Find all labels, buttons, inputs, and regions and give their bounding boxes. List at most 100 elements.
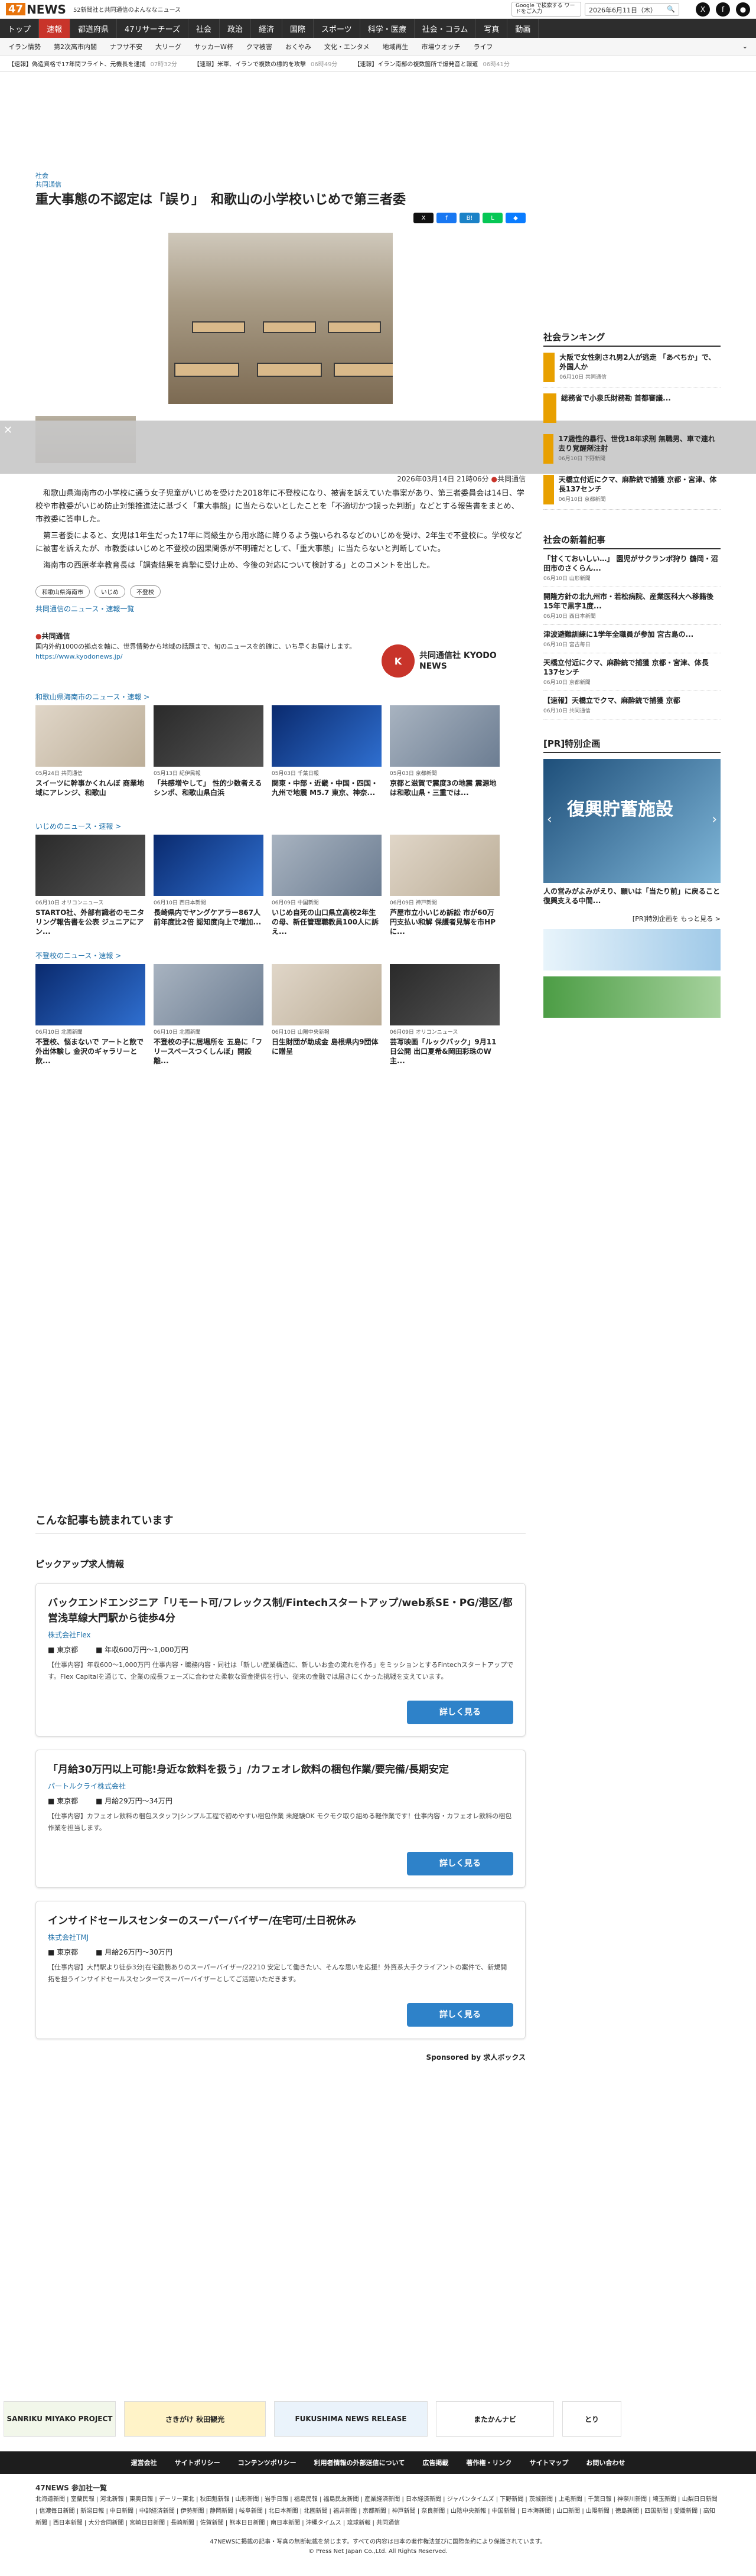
pr-more-link[interactable]: [PR]特別企画を もっと見る > (543, 914, 721, 923)
newest-title-text[interactable]: 天橋立付近にクマ、麻酔銃で捕獲 京都・宮津、体長137センチ (543, 658, 721, 677)
card-image[interactable] (154, 705, 263, 767)
newest-title-text[interactable]: 津波避難訓練に1学年全職員が参加 宮古島の... (543, 630, 721, 639)
news-card[interactable]: 06月10日 北國新聞 不登校の子に居場所を 五島に「フリースペースつくしんぼ」開… (154, 964, 263, 1066)
card-title[interactable]: 芸写映画「ルックバック」9月11日公開 出口夏希&岡田彩珠のW主... (390, 1037, 500, 1066)
newest-item[interactable]: 開隆方針の北九州市・若松病院、産業医科大へ移籍後15年で黒字1度... 06月10… (543, 587, 721, 625)
x-icon[interactable]: X (696, 2, 710, 17)
ranking-title-text[interactable]: 17歳性的暴行、世伐18年求刑 無職男、車で連れ去り覚醒剤注射 (558, 434, 721, 453)
newest-item[interactable]: 津波避難訓練に1学年全職員が参加 宮古島の... 06月10日 宮古毎日 (543, 625, 721, 653)
article-photo[interactable] (168, 233, 393, 404)
news-card[interactable]: 06月10日 山陽中央新報 日生財団が助成金 島根県内9団体に贈呈 (272, 964, 382, 1066)
news-card[interactable]: 06月10日 オリコンニュース STARTO社、外部有識者のモニタリング報告書を公… (35, 835, 145, 936)
subnav-item[interactable]: 第2次高市内閣 (54, 42, 97, 51)
search-icon[interactable]: 🔍 (667, 5, 675, 14)
source-list-link[interactable]: 共同通信のニュース・速報一覧 (35, 604, 526, 614)
source-link[interactable]: 共同通信 (35, 180, 526, 189)
card-image[interactable] (272, 835, 382, 896)
card-image[interactable] (272, 705, 382, 767)
date-search-input[interactable]: 2026年6月11日（木） 🔍 (585, 2, 679, 16)
pr-caption[interactable]: 人の営みがよみがえり、願いは「当たり前」に戻ること 復興支える中間... (543, 887, 721, 906)
card-image[interactable] (35, 964, 145, 1025)
subnav-item[interactable]: 文化・エンタメ (324, 42, 370, 51)
share-bluesky-icon[interactable]: ◆ (506, 213, 526, 223)
nav-item[interactable]: 動画 (507, 19, 539, 38)
card-title[interactable]: STARTO社、外部有識者のモニタリング報告書を公表 ジュニアにアン... (35, 908, 145, 936)
subnav-item[interactable]: おくやみ (285, 42, 311, 51)
news-card[interactable]: 06月10日 西日本新聞 長崎県内でヤングケアラー867人 前年度比2倍 認知度向… (154, 835, 263, 936)
subnav-item[interactable]: イラン情勢 (8, 42, 41, 51)
newest-item[interactable]: 天橋立付近にクマ、麻酔銃で捕獲 京都・宮津、体長137センチ 06月10日 京都新… (543, 653, 721, 691)
ad-banner-3d[interactable] (543, 976, 721, 1018)
card-title[interactable]: 不登校の子に居場所を 五島に「フリースペースつくしんぼ」開設 離... (154, 1037, 263, 1066)
job-title[interactable]: 「月給30万円以上可能!身近な飲料を扱う」/カフェオレ飲料の梱包作業/要完備/長… (48, 1762, 513, 1777)
job-detail-button[interactable]: 詳しく見る (407, 2003, 513, 2027)
newest-title-text[interactable]: 「甘くておいしい…」 園児がサクランボ狩り 鶴岡・沼田市のさくらん... (543, 554, 721, 573)
news-card[interactable]: 06月09日 中国新聞 いじめ自死の山口県立高校2年生の母、新任管理職教員100人… (272, 835, 382, 936)
card-title[interactable]: 「共感増やして」 性的少数者えるシンポ、和歌山県白浜 (154, 779, 263, 807)
job-company[interactable]: 株式会社TMJ (48, 1932, 513, 1942)
footer-banner[interactable]: FUKUSHIMA NEWS RELEASE (274, 2401, 428, 2437)
subnav-item[interactable]: サッカーW杯 (194, 42, 233, 51)
card-title[interactable]: 芦屋市立小いじめ訴訟 市が60万円支払い和解 保護者見解を市HPに... (390, 908, 500, 936)
ranking-item[interactable]: 天橋立付近にクマ、麻酔銃で捕獲 京都・宮津、体長137センチ 06月10日 京都新… (543, 475, 721, 510)
footer-link[interactable]: 著作権・リンク (466, 2458, 511, 2467)
subnav-item[interactable]: ナフサ不安 (110, 42, 142, 51)
ranking-item[interactable]: 17歳性的暴行、世伐18年求刑 無職男、車で連れ去り覚醒剤注射 06月10日 下野… (543, 434, 721, 469)
carousel-prev-icon[interactable]: ‹ (547, 812, 552, 827)
card-image[interactable] (35, 835, 145, 896)
nav-item[interactable]: 国際 (282, 19, 314, 38)
subnav-item[interactable]: 大リーグ (155, 42, 181, 51)
nav-item[interactable]: 写真 (476, 19, 508, 38)
section-title[interactable]: 不登校のニュース・速報 > (35, 950, 526, 960)
nav-item[interactable]: 政治 (220, 19, 251, 38)
news-card[interactable]: 06月10日 北國新聞 不登校、悩まないで アートと飲で外出体験し 金沢のギャラリ… (35, 964, 145, 1066)
news-card[interactable]: 06月09日 オリコンニュース 芸写映画「ルックバック」9月11日公開 出口夏希&… (390, 964, 500, 1066)
card-image[interactable] (35, 705, 145, 767)
news-card[interactable]: 05月03日 京都新聞 京都と滋賀で震度3の地震 震源地は和歌山県・三重では... (390, 705, 500, 807)
chevron-down-icon[interactable]: ⌄ (742, 43, 748, 50)
share-facebook-icon[interactable]: f (436, 213, 457, 223)
ranking-thumb[interactable] (543, 393, 556, 423)
news-card[interactable]: 06月09日 神戸新聞 芦屋市立小いじめ訴訟 市が60万円支払い和解 保護者見解を… (390, 835, 500, 936)
card-image[interactable] (272, 964, 382, 1025)
news-card[interactable]: 05月24日 共同通信 スイーツに幹事かくれんぼ 商業地域にアレンジ、和歌山 (35, 705, 145, 807)
ranking-title-text[interactable]: 総務省で小泉氏財務勘 首都審議... (561, 393, 671, 403)
ranking-title-text[interactable]: 天橋立付近にクマ、麻酔銃で捕獲 京都・宮津、体長137センチ (559, 475, 721, 494)
category-link[interactable]: 社会 (35, 171, 526, 180)
ticker-item[interactable]: 【速報】イラン南部の複数箇所で爆発音と報道 06時41分 (346, 59, 517, 68)
nav-item[interactable]: 47リサーチーズ (117, 19, 188, 38)
nav-item[interactable]: 社会・コラム (415, 19, 477, 38)
facebook-icon[interactable]: f (716, 2, 730, 17)
ranking-item[interactable]: 大阪で女性刺され男2人が逃走 「あべちか」で、外国人か 06月10日 共同通信 (543, 353, 721, 387)
job-detail-button[interactable]: 詳しく見る (407, 1701, 513, 1724)
newest-item[interactable]: 「甘くておいしい…」 園児がサクランボ狩り 鶴岡・沼田市のさくらん... 06月1… (543, 549, 721, 587)
footer-banner[interactable]: さきがけ 秋田観光 (124, 2401, 266, 2437)
card-title[interactable]: 日生財団が助成金 島根県内9団体に贈呈 (272, 1037, 382, 1066)
nav-item[interactable]: スポーツ (314, 19, 360, 38)
subnav-item[interactable]: ライフ (474, 42, 493, 51)
nav-item[interactable]: トップ (0, 19, 40, 38)
nav-item[interactable]: 社会 (188, 19, 220, 38)
ranking-thumb[interactable] (543, 353, 555, 382)
footer-link[interactable]: サイトマップ (529, 2458, 568, 2467)
site-logo[interactable]: 47 NEWS (6, 2, 66, 17)
card-title[interactable]: 長崎県内でヤングケアラー867人 前年度比2倍 認知度向上で増加... (154, 908, 263, 936)
job-company[interactable]: 株式会社Flex (48, 1630, 513, 1640)
google-search-box[interactable]: Google で検索する ワードをご入力 (511, 1, 581, 17)
footer-link[interactable]: 利用者情報の外部送信について (314, 2458, 405, 2467)
card-image[interactable] (390, 835, 500, 896)
share-line-icon[interactable]: L (483, 213, 503, 223)
section-title[interactable]: 和歌山県海南市のニュース・速報 > (35, 692, 526, 702)
ranking-title-text[interactable]: 大阪で女性刺され男2人が逃走 「あべちか」で、外国人か (559, 353, 721, 372)
card-title[interactable]: いじめ自死の山口県立高校2年生の母、新任管理職教員100人に訴え... (272, 908, 382, 936)
card-image[interactable] (390, 964, 500, 1025)
ticker-item[interactable]: 【速報】偽造資格で17年間フライト、元機長を逮捕 07時32分 (0, 59, 185, 68)
job-title[interactable]: インサイドセールスセンターのスーパーバイザー/在宅可/土日祝休み (48, 1913, 513, 1929)
ranking-item[interactable]: 総務省で小泉氏財務勘 首都審議... (543, 393, 721, 428)
card-title[interactable]: 不登校、悩まないで アートと飲で外出体験し 金沢のギャラリーと飲... (35, 1037, 145, 1066)
tag-chip[interactable]: 不登校 (130, 585, 161, 598)
footer-link[interactable]: お問い合わせ (586, 2458, 625, 2467)
share-hatena-icon[interactable]: B! (460, 213, 480, 223)
close-icon[interactable]: ✕ (4, 424, 12, 437)
job-title[interactable]: バックエンドエンジニア「リモート可/フレックス制/Fintechスタートアップ/… (48, 1595, 513, 1626)
